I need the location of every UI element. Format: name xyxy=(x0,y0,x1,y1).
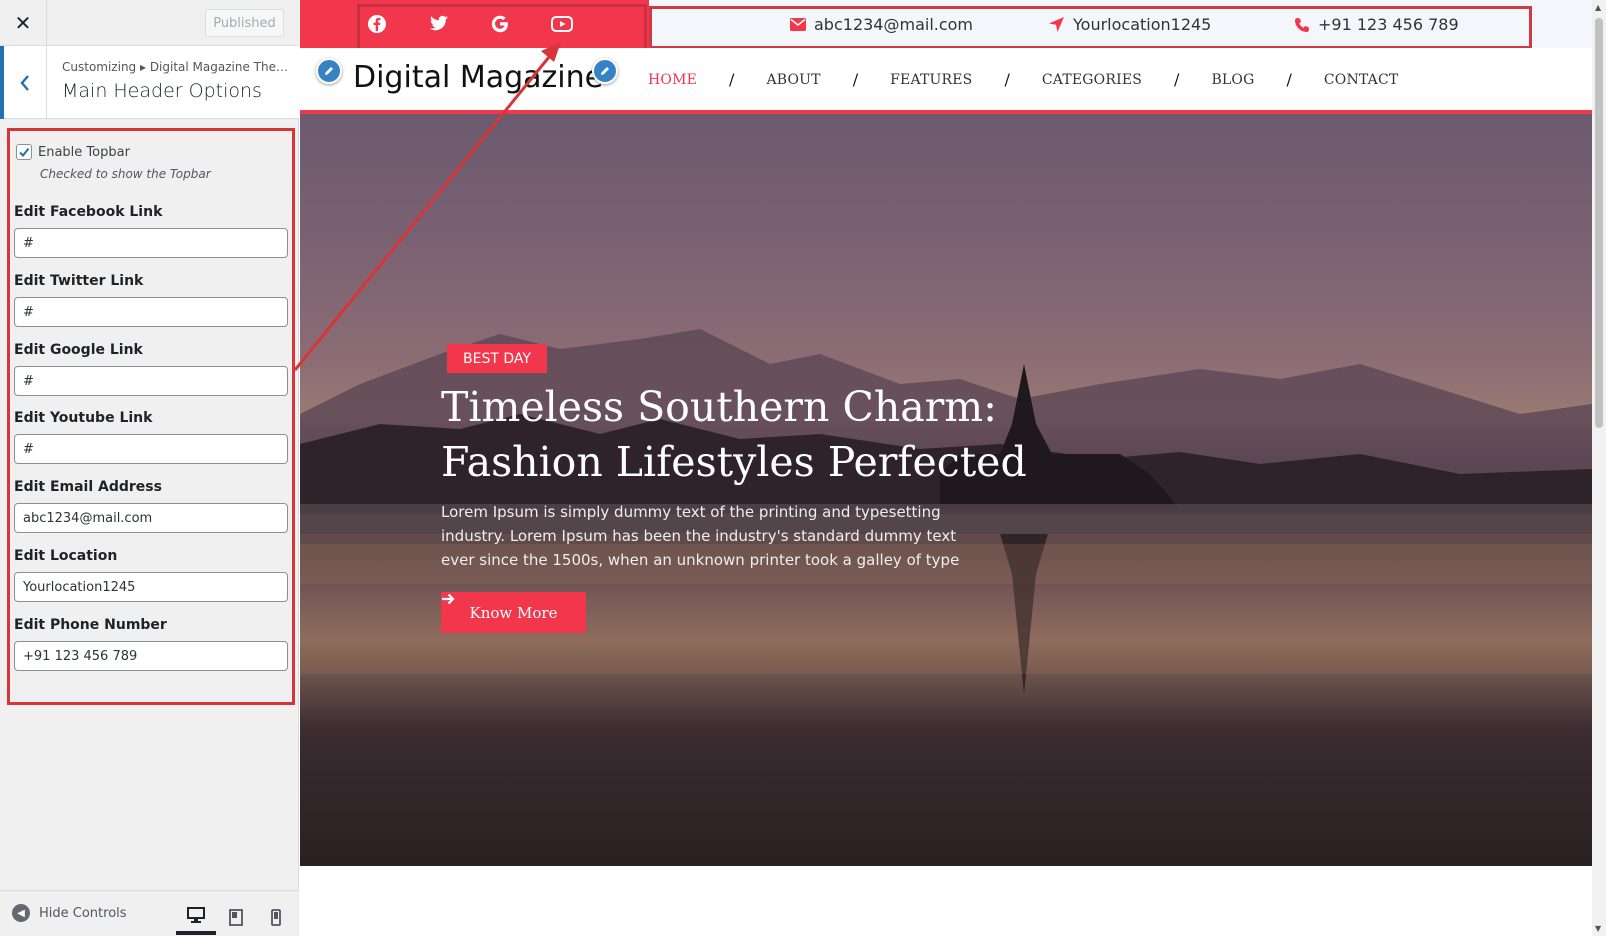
nav-item-categories[interactable]: CATEGORIES xyxy=(1042,72,1142,88)
customizer-top-bar: ✕ Published xyxy=(0,0,299,46)
back-button[interactable] xyxy=(0,46,47,119)
topbar-phone-text: +91 123 456 789 xyxy=(1318,15,1459,34)
pencil-icon xyxy=(601,67,609,75)
chevron-left-icon xyxy=(20,74,29,91)
breadcrumb: Customizing ▸ Digital Magazine The… xyxy=(62,60,288,74)
hero-title: Timeless Southern Charm: Fashion Lifesty… xyxy=(441,380,1041,490)
enable-topbar-checkbox[interactable] xyxy=(16,144,32,160)
site-title[interactable]: Digital Magazine xyxy=(353,60,603,95)
arrow-right-icon xyxy=(442,593,455,605)
nav-item-features[interactable]: FEATURES xyxy=(890,72,972,88)
social-annotation-box xyxy=(357,4,647,48)
phone-number-input[interactable] xyxy=(14,641,288,671)
hero-text: Lorem Ipsum is simply dummy text of the … xyxy=(441,503,960,569)
twitter-link-label: Edit Twitter Link xyxy=(14,273,144,289)
hero-title-line2: Fashion Lifestyles Perfected xyxy=(441,438,1027,486)
nav-item-blog[interactable]: BLOG xyxy=(1211,72,1254,88)
scroll-up-arrow-icon[interactable]: ▲ xyxy=(1595,3,1603,12)
nav-separator: / xyxy=(852,70,859,89)
preview-desktop-button[interactable] xyxy=(176,899,216,935)
edit-menu-button[interactable] xyxy=(592,58,618,84)
topbar-location[interactable]: Yourlocation1245 xyxy=(1048,15,1211,34)
section-title: Main Header Options xyxy=(62,80,262,102)
email-address-label: Edit Email Address xyxy=(14,479,162,495)
checkmark-icon xyxy=(19,147,30,158)
topbar-email-text: abc1234@mail.com xyxy=(814,15,974,34)
customizer-sidebar: ✕ Published Customizing ▸ Digital Magazi… xyxy=(0,0,299,936)
collapse-icon: ◀ xyxy=(12,904,30,922)
pencil-icon xyxy=(325,67,333,75)
social-links-strip xyxy=(300,0,649,48)
hero-title-line1: Timeless Southern Charm: xyxy=(441,383,997,431)
topbar-email[interactable]: abc1234@mail.com xyxy=(790,15,973,34)
hide-controls-button[interactable]: ◀ Hide Controls xyxy=(12,904,127,922)
hero-category-tag[interactable]: BEST DAY xyxy=(447,344,547,373)
enable-topbar-description: Checked to show the Topbar xyxy=(40,167,211,181)
tablet-icon xyxy=(229,908,243,926)
hero-slider: BEST DAY Timeless Southern Charm: Fashio… xyxy=(300,114,1592,866)
contact-annotation-box: abc1234@mail.com Yourlocation1245 +91 12… xyxy=(649,6,1532,49)
location-label: Edit Location xyxy=(14,548,118,564)
customizer-footer: ◀ Hide Controls xyxy=(0,890,299,936)
preview-scrollbar[interactable]: ▲ ▼ xyxy=(1592,0,1606,936)
email-address-input[interactable] xyxy=(14,503,288,533)
nav-separator: / xyxy=(1286,70,1292,89)
section-header: Customizing ▸ Digital Magazine The… Main… xyxy=(0,46,299,119)
primary-nav: HOME / ABOUT / FEATURES / CATEGORIES / B… xyxy=(648,70,1398,89)
header-controls-panel: Enable Topbar Checked to show the Topbar… xyxy=(7,128,295,705)
location-input[interactable] xyxy=(14,572,288,602)
nav-separator: / xyxy=(729,70,735,89)
nav-separator: / xyxy=(1174,70,1180,89)
topbar: abc1234@mail.com Yourlocation1245 +91 12… xyxy=(300,0,1592,49)
preview-mobile-button[interactable] xyxy=(256,899,296,935)
youtube-link-label: Edit Youtube Link xyxy=(14,410,153,426)
preview-tablet-button[interactable] xyxy=(216,899,256,935)
know-more-button[interactable]: Know More xyxy=(441,592,586,633)
enable-topbar-control[interactable]: Enable Topbar xyxy=(16,144,130,160)
google-link-input[interactable] xyxy=(14,366,288,396)
main-header: Digital Magazine HOME / ABOUT / FEATURES… xyxy=(300,48,1592,114)
nav-item-contact[interactable]: CONTACT xyxy=(1324,72,1399,88)
nav-separator: / xyxy=(1004,70,1010,89)
hide-controls-label: Hide Controls xyxy=(39,905,127,921)
know-more-label: Know More xyxy=(469,603,558,622)
site-preview: abc1234@mail.com Yourlocation1245 +91 12… xyxy=(300,0,1592,936)
edit-site-title-button[interactable] xyxy=(316,58,342,84)
twitter-link-input[interactable] xyxy=(14,297,288,327)
mobile-icon xyxy=(271,908,281,926)
published-button[interactable]: Published xyxy=(205,9,284,37)
scroll-down-arrow-icon[interactable]: ▼ xyxy=(1595,924,1603,933)
youtube-link-input[interactable] xyxy=(14,434,288,464)
topbar-phone[interactable]: +91 123 456 789 xyxy=(1294,15,1459,34)
google-link-label: Edit Google Link xyxy=(14,342,143,358)
phone-number-label: Edit Phone Number xyxy=(14,617,167,633)
facebook-link-label: Edit Facebook Link xyxy=(14,204,163,220)
hero-landscape-image xyxy=(300,329,1592,694)
location-arrow-icon xyxy=(1048,16,1065,33)
envelope-icon xyxy=(790,18,806,31)
scrollbar-thumb[interactable] xyxy=(1595,18,1603,428)
nav-item-home[interactable]: HOME xyxy=(648,72,697,88)
facebook-link-input[interactable] xyxy=(14,228,288,258)
close-icon: ✕ xyxy=(14,11,32,35)
topbar-location-text: Yourlocation1245 xyxy=(1073,15,1212,34)
phone-icon xyxy=(1294,17,1310,33)
close-customizer-button[interactable]: ✕ xyxy=(0,0,47,46)
enable-topbar-label: Enable Topbar xyxy=(38,144,130,160)
desktop-icon xyxy=(187,907,205,923)
nav-item-about[interactable]: ABOUT xyxy=(766,72,820,88)
